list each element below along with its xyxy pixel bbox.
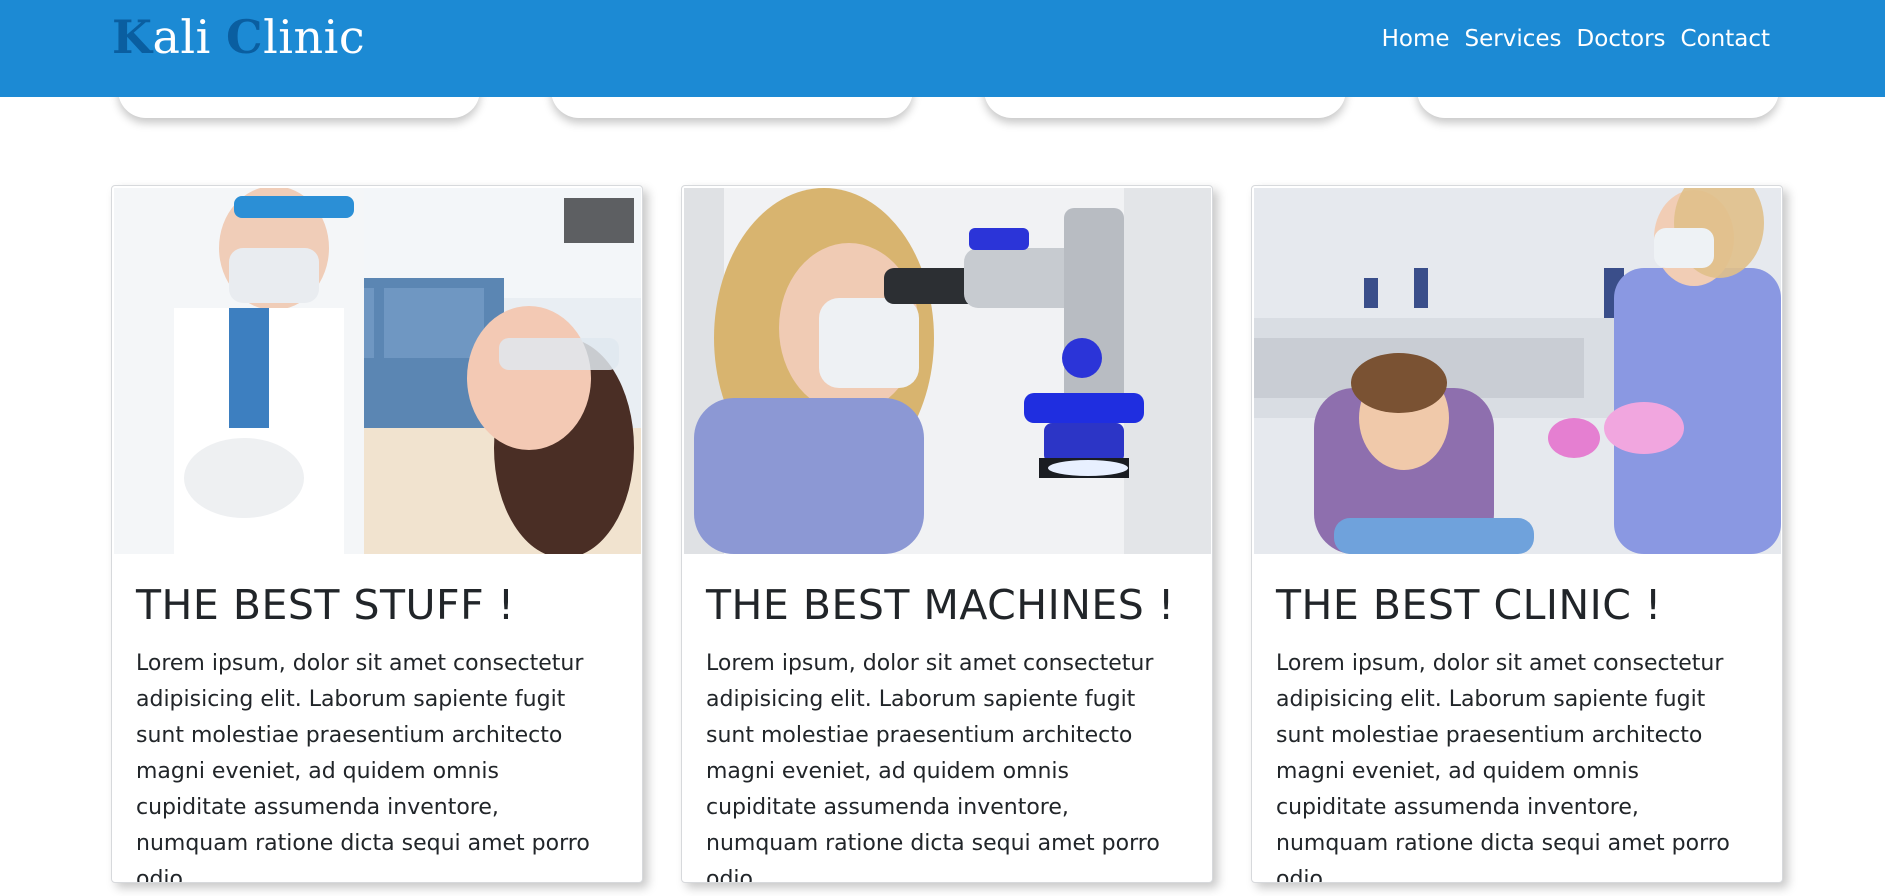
card-text: Lorem ipsum, dolor sit amet consectetur … (706, 651, 1160, 883)
brand-initial-c: C (225, 10, 264, 64)
brand-initial-k: K (112, 10, 153, 64)
card-text: Lorem ipsum, dolor sit amet consectetur … (1276, 651, 1730, 883)
brand-word-1: ali (152, 10, 226, 64)
feature-card-machines: THE BEST MACHINES ! Lorem ipsum, dolor s… (681, 185, 1213, 883)
navbar: Kali Clinic Home Services Doctors Contac… (0, 0, 1885, 97)
dentist-patient-image (114, 188, 641, 554)
dentist-child-image (1254, 188, 1781, 554)
nav-link-services[interactable]: Services (1465, 26, 1562, 52)
nav-link-doctors[interactable]: Doctors (1577, 26, 1666, 52)
feature-card-clinic: THE BEST CLINIC ! Lorem ipsum, dolor sit… (1251, 185, 1783, 883)
brand-logo[interactable]: Kali Clinic (112, 10, 365, 64)
nav-link-contact[interactable]: Contact (1681, 26, 1770, 52)
feature-card-stuff: THE BEST STUFF ! Lorem ipsum, dolor sit … (111, 185, 643, 883)
card-text: Lorem ipsum, dolor sit amet consectetur … (136, 651, 590, 883)
card-title: THE BEST MACHINES ! (706, 581, 1175, 629)
card-title: THE BEST CLINIC ! (1276, 581, 1662, 629)
nav-link-home[interactable]: Home (1382, 26, 1450, 52)
card-title: THE BEST STUFF ! (136, 581, 515, 629)
nav-links: Home Services Doctors Contact (1382, 26, 1770, 52)
brand-word-2: linic (263, 10, 366, 64)
dentist-microscope-image (684, 188, 1211, 554)
